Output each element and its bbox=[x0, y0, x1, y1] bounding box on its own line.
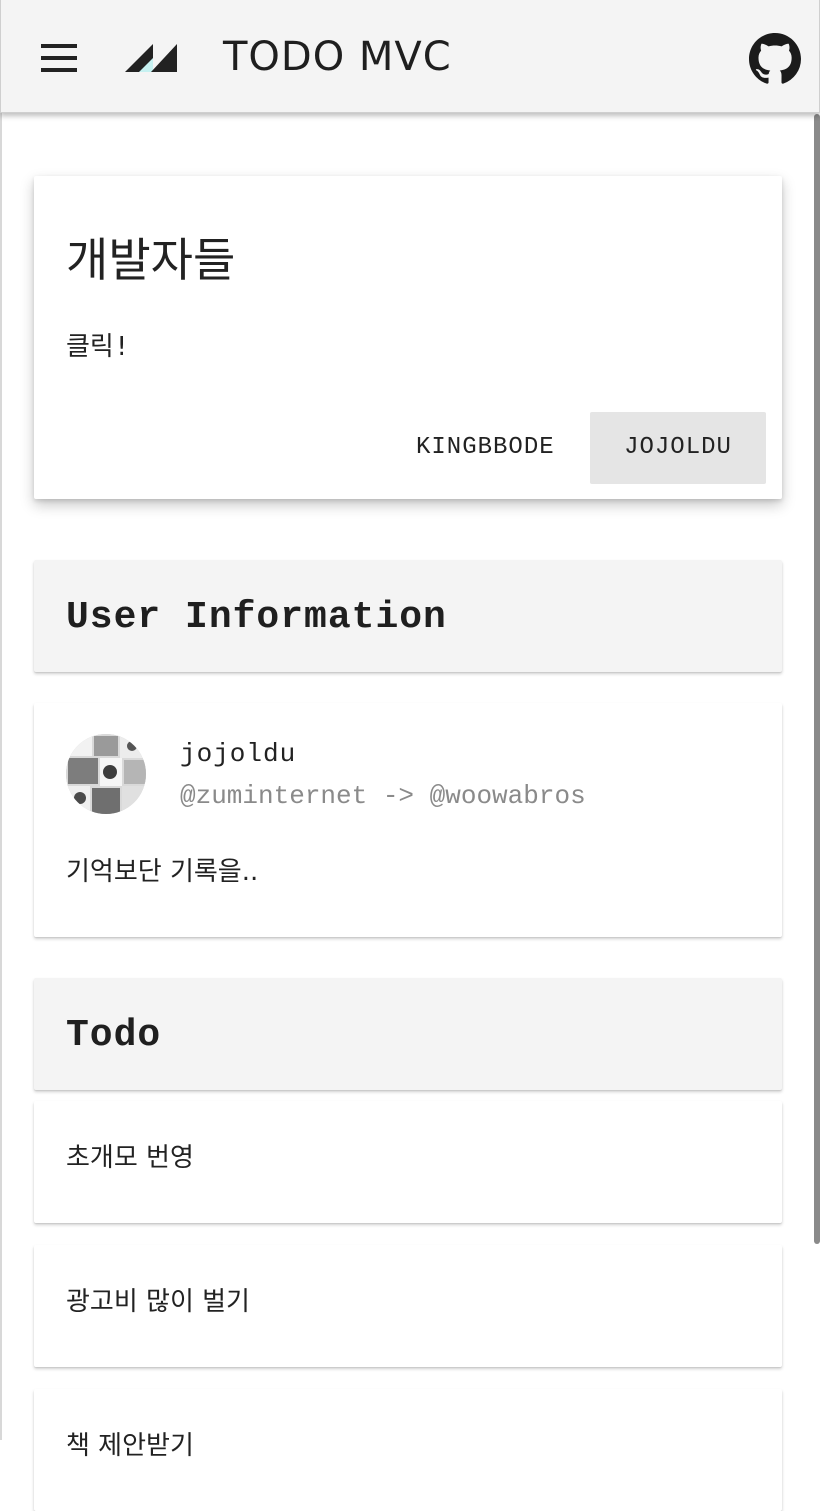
user-information-header: User Information bbox=[34, 560, 782, 672]
todo-item[interactable]: 광고비 많이 벌기 bbox=[34, 1245, 782, 1367]
user-bio: 기억보단 기록을.. bbox=[66, 857, 259, 887]
developers-card-subtitle: 클릭! bbox=[66, 332, 130, 362]
github-icon[interactable] bbox=[749, 33, 801, 85]
todo-item-text: 책 제안받기 bbox=[66, 1431, 194, 1461]
user-company: @zuminternet -> @woowabros bbox=[180, 781, 586, 811]
page-left-border bbox=[0, 112, 2, 1440]
hamburger-menu-icon[interactable] bbox=[41, 44, 77, 72]
developer-button-kingbbode[interactable]: KINGBBODE bbox=[388, 412, 583, 484]
avatar-image bbox=[66, 734, 146, 814]
developer-button-jojoldu[interactable]: JOJOLDU bbox=[590, 412, 766, 484]
app-bar: TODO MVC bbox=[0, 0, 820, 113]
user-name: jojoldu bbox=[180, 739, 297, 769]
todo-item[interactable]: 책 제안받기 bbox=[34, 1389, 782, 1511]
todo-item-text: 광고비 많이 벌기 bbox=[66, 1287, 250, 1317]
user-information-title: User Information bbox=[66, 596, 447, 639]
developers-card-title: 개발자들 bbox=[66, 233, 236, 287]
todo-item-text: 초개모 번영 bbox=[66, 1143, 194, 1173]
user-profile-card: jojoldu @zuminternet -> @woowabros 기억보단 … bbox=[34, 703, 782, 937]
todo-title: Todo bbox=[66, 1014, 162, 1057]
scrollbar[interactable] bbox=[814, 114, 820, 1244]
todo-item[interactable]: 초개모 번영 bbox=[34, 1101, 782, 1223]
developers-card: 개발자들 클릭! KINGBBODE JOJOLDU bbox=[34, 176, 782, 499]
todo-header: Todo bbox=[34, 978, 782, 1090]
app-logo-icon bbox=[125, 44, 177, 72]
app-title: TODO MVC bbox=[223, 34, 452, 80]
avatar bbox=[66, 734, 146, 814]
